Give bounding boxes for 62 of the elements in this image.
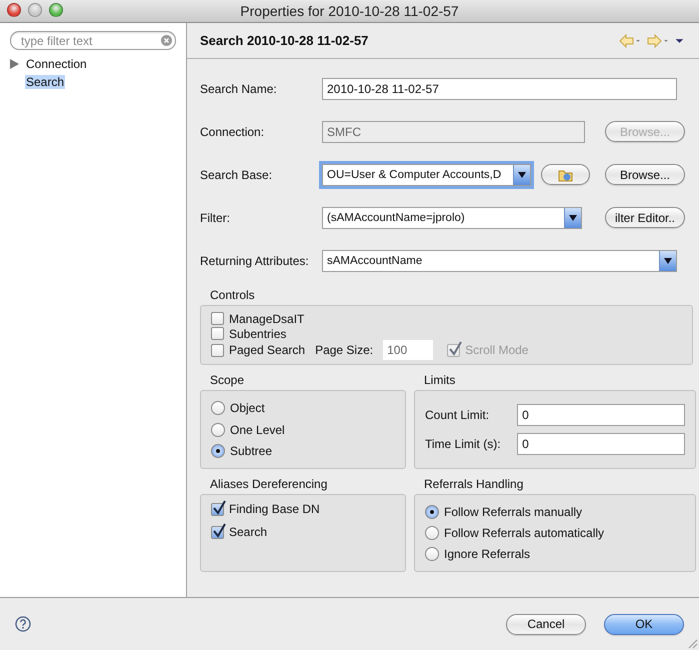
folder-refresh-icon bbox=[558, 168, 574, 182]
field-label: Search Base: bbox=[200, 168, 274, 182]
checkbox[interactable] bbox=[211, 312, 224, 325]
radio-button[interactable] bbox=[211, 401, 225, 416]
checkbox[interactable] bbox=[211, 327, 224, 340]
radio-button[interactable] bbox=[425, 526, 439, 540]
help-icon[interactable] bbox=[15, 616, 31, 632]
filter-field[interactable]: type filter text bbox=[10, 31, 176, 50]
dialog-button[interactable]: Cancel bbox=[506, 614, 586, 634]
browse-button[interactable]: Browse... bbox=[605, 164, 685, 185]
field-label: Connection: bbox=[200, 124, 266, 138]
forward-arrow-icon[interactable] bbox=[647, 34, 669, 48]
radio-label: Subtree bbox=[230, 444, 272, 458]
panel-title: Search 2010-10-28 11-02-57 bbox=[200, 33, 370, 48]
checkbox-label: Paged Search bbox=[229, 343, 306, 357]
checkbox[interactable] bbox=[211, 502, 224, 516]
checkbox-label: Search bbox=[229, 525, 268, 539]
group-title: Referrals Handling bbox=[423, 477, 524, 493]
radio-label: One Level bbox=[230, 422, 285, 436]
checkbox-label: ManageDsaIT bbox=[229, 312, 304, 326]
radio-label: Object bbox=[230, 401, 265, 416]
zoom-icon[interactable] bbox=[49, 3, 63, 17]
expand-icon[interactable] bbox=[10, 58, 19, 68]
field-label: Time Limit (s): bbox=[425, 437, 502, 452]
icon-button[interactable] bbox=[541, 164, 590, 185]
checkbox-label: Subentries bbox=[229, 326, 286, 340]
checkbox[interactable] bbox=[211, 344, 224, 356]
text-field[interactable]: 0 bbox=[517, 404, 685, 426]
radio-label: Ignore Referrals bbox=[444, 547, 530, 561]
window-title: Properties for 2010-10-28 11-02-57 bbox=[240, 3, 459, 19]
resize-grip-icon[interactable] bbox=[688, 639, 698, 649]
close-icon[interactable] bbox=[7, 3, 21, 17]
page-size-field[interactable]: 100 bbox=[383, 340, 434, 360]
field-label: Search Name: bbox=[200, 82, 278, 96]
checkbox-label: Scroll Mode bbox=[465, 343, 528, 357]
back-arrow-icon[interactable] bbox=[619, 34, 641, 48]
field-label: Returning Attributes: bbox=[200, 254, 310, 268]
page-size-label: Page Size: bbox=[315, 343, 374, 357]
radio-button[interactable] bbox=[425, 505, 439, 519]
minimize-icon[interactable] bbox=[28, 3, 42, 17]
checkbox-label: Finding Base DN bbox=[229, 502, 320, 516]
field-label: Filter: bbox=[200, 210, 231, 224]
combo-box[interactable]: sAMAccountName bbox=[322, 250, 677, 272]
clear-icon[interactable] bbox=[161, 35, 172, 46]
text-field[interactable]: 0 bbox=[517, 433, 685, 456]
radio-button[interactable] bbox=[211, 422, 225, 436]
group-title: Limits bbox=[423, 373, 456, 389]
dialog-button[interactable]: OK bbox=[604, 614, 684, 634]
checkbox[interactable] bbox=[211, 526, 224, 538]
browse-button[interactable]: ilter Editor.. bbox=[605, 207, 685, 228]
radio-button[interactable] bbox=[425, 547, 439, 561]
radio-button[interactable] bbox=[211, 444, 225, 458]
tree-item[interactable]: Search bbox=[25, 74, 66, 88]
tree-item[interactable]: Connection bbox=[25, 56, 88, 70]
combo-box[interactable]: (sAMAccountName=jprolo) bbox=[322, 206, 582, 228]
text-field[interactable]: 2010-10-28 11-02-57 bbox=[322, 78, 677, 100]
radio-label: Follow Referrals manually bbox=[444, 505, 582, 519]
radio-label: Follow Referrals automatically bbox=[444, 526, 604, 540]
group-title: Aliases Dereferencing bbox=[209, 477, 328, 493]
group-title: Controls bbox=[209, 288, 256, 304]
group-title: Scope bbox=[209, 373, 246, 389]
field-label: Count Limit: bbox=[425, 408, 490, 422]
